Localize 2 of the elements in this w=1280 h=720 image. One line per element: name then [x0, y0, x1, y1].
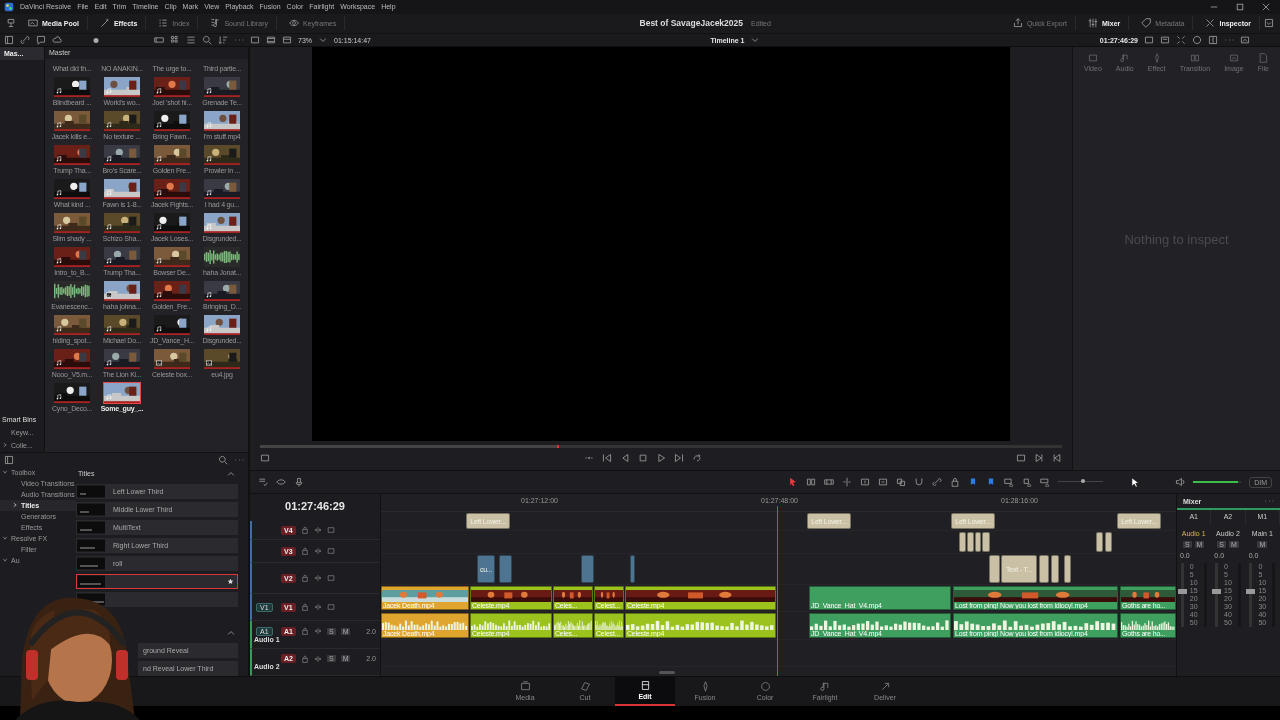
project-title: Best of SavageJacek2025 — [639, 18, 743, 29]
timeline-timecode: 01:27:46:29 — [284, 499, 346, 515]
